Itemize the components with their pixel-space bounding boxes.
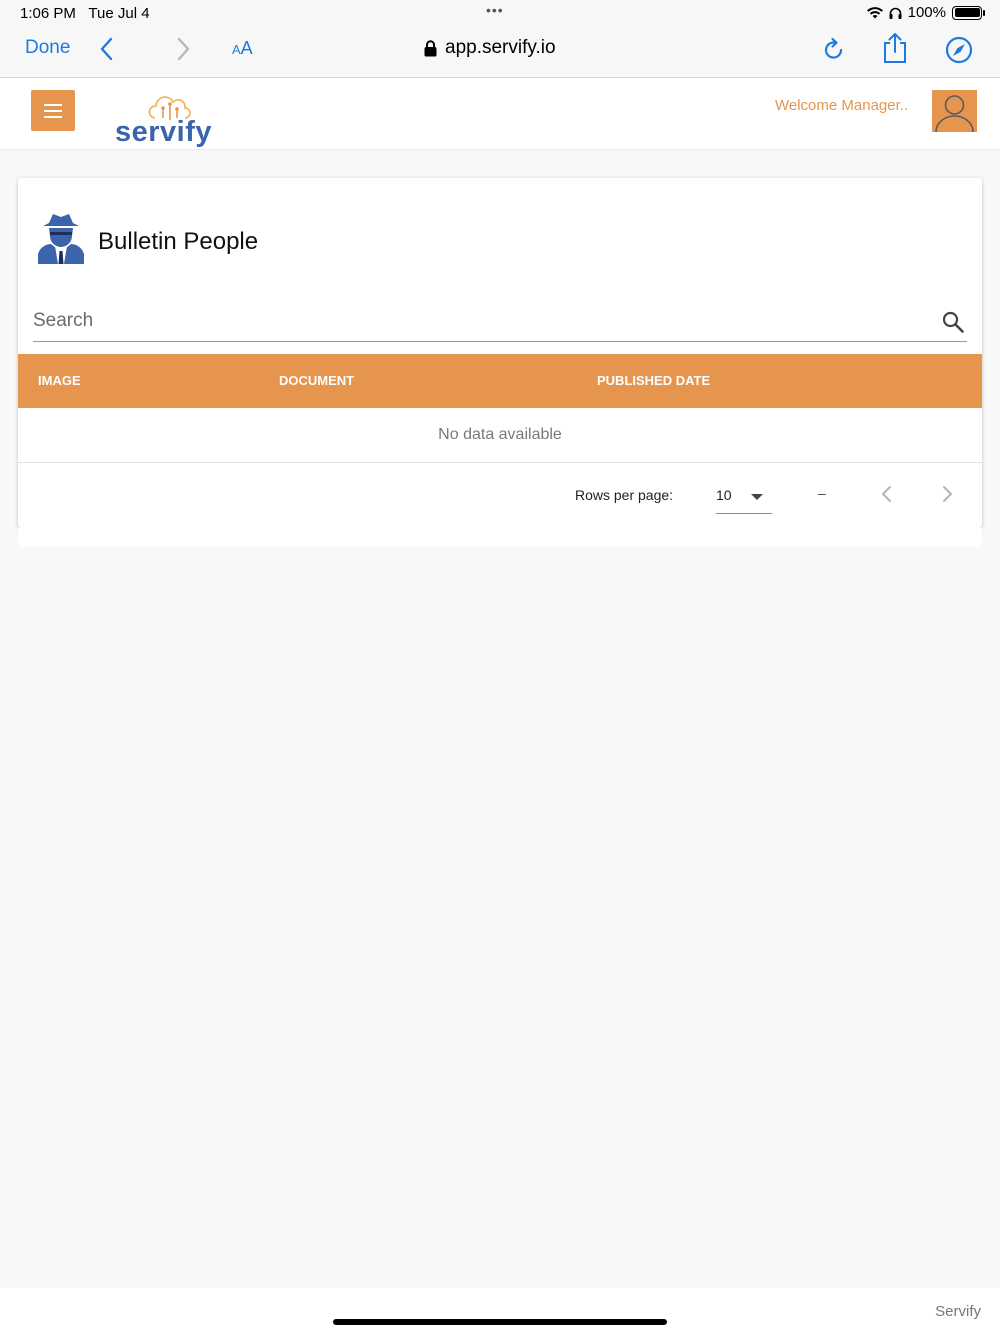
- aa-small: A: [232, 42, 241, 57]
- forward-chevron-icon[interactable]: [174, 36, 192, 62]
- column-header-published-date[interactable]: PUBLISHED DATE: [597, 373, 710, 388]
- previous-page-chevron-icon[interactable]: [880, 485, 894, 503]
- column-header-document[interactable]: DOCUMENT: [279, 373, 354, 388]
- menu-line: [44, 103, 62, 106]
- empty-table-message: No data available: [18, 408, 982, 463]
- page-range-text: –: [818, 485, 826, 501]
- lock-icon: [424, 39, 437, 56]
- address-bar[interactable]: app.servify.io: [424, 37, 556, 59]
- search-field: [33, 302, 967, 342]
- battery-percent: 100%: [907, 4, 946, 21]
- done-button[interactable]: Done: [25, 37, 70, 59]
- status-time: 1:06 PM Tue Jul 4: [20, 5, 150, 22]
- card-bottom-strip: [18, 528, 982, 547]
- search-icon[interactable]: [941, 310, 965, 334]
- user-avatar-icon: [935, 95, 974, 133]
- status-indicators: 100%: [866, 4, 985, 21]
- bulletin-people-card: Bulletin People IMAGE DOCUMENT PUBLISHED…: [18, 178, 982, 528]
- rows-per-page-value: 10: [716, 487, 732, 503]
- welcome-text[interactable]: Welcome Manager..: [775, 97, 908, 114]
- back-chevron-icon[interactable]: [98, 36, 116, 62]
- multitasking-dots-icon[interactable]: •••: [486, 2, 504, 18]
- aa-large: A: [240, 38, 253, 58]
- column-header-image[interactable]: IMAGE: [38, 373, 81, 388]
- compass-icon[interactable]: [944, 35, 974, 65]
- share-icon[interactable]: [881, 32, 909, 64]
- url-text: app.servify.io: [445, 37, 556, 58]
- caret-down-icon: [751, 494, 763, 500]
- next-page-chevron-icon[interactable]: [940, 485, 954, 503]
- page-title: Bulletin People: [98, 228, 259, 255]
- bottom-bar: Servify: [0, 1288, 1000, 1334]
- table-pagination: Rows per page: 10 –: [18, 463, 982, 528]
- servify-logo[interactable]: servify: [115, 96, 225, 152]
- browser-toolbar: Done AA app.servify.io: [0, 26, 1000, 78]
- spy-agent-icon: [38, 214, 84, 264]
- status-date: Tue Jul 4: [88, 5, 150, 22]
- table-header: IMAGE DOCUMENT PUBLISHED DATE: [18, 354, 982, 408]
- reader-text-size-button[interactable]: AA: [232, 38, 253, 59]
- reload-icon[interactable]: [820, 36, 848, 64]
- footer-brand: Servify: [935, 1303, 981, 1320]
- wifi-icon: [866, 6, 883, 18]
- app-header: servify Welcome Manager..: [0, 78, 1000, 150]
- battery-icon: [952, 5, 985, 20]
- menu-line: [44, 109, 62, 112]
- hamburger-menu-button[interactable]: [31, 90, 75, 131]
- status-clock: 1:06 PM: [20, 5, 76, 22]
- rows-per-page-label: Rows per page:: [575, 487, 674, 503]
- avatar[interactable]: [932, 90, 977, 133]
- logo-text: servify: [115, 116, 213, 148]
- search-input[interactable]: [33, 302, 923, 340]
- home-indicator[interactable]: [333, 1319, 667, 1325]
- status-bar: 1:06 PM Tue Jul 4 ••• 100%: [0, 0, 1000, 26]
- menu-line: [44, 115, 62, 118]
- headphones-icon: [889, 7, 902, 19]
- rows-per-page-select[interactable]: 10: [716, 481, 772, 514]
